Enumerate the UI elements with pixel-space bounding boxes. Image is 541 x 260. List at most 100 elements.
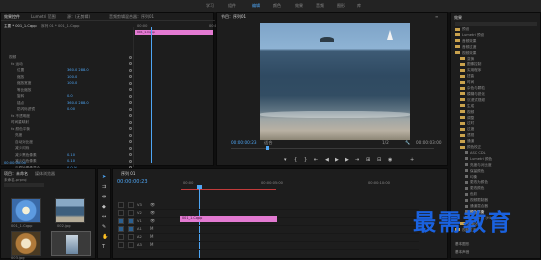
ec-row-value[interactable]: 360.0 288.0 (67, 68, 89, 72)
mark-in-icon[interactable]: { (294, 157, 297, 163)
monitor-playhead[interactable] (266, 146, 269, 150)
keyframe-toggle-icon[interactable] (129, 81, 132, 85)
tab-project[interactable]: 项目：未命名 (4, 171, 28, 177)
mute-icon[interactable]: M (150, 243, 153, 247)
keyframe-toggle-icon[interactable] (129, 114, 132, 117)
ec-row-value[interactable]: 0.0 (67, 94, 73, 98)
track-target-toggle[interactable] (118, 226, 124, 232)
keyframe-toggle-icon[interactable] (129, 88, 132, 91)
effect-tree-item[interactable]: 保留颜色 (465, 169, 484, 174)
ws-tab-graphics[interactable]: 图形 (337, 3, 345, 9)
wrench-icon[interactable]: 🔧 (405, 140, 410, 145)
effect-tree-item[interactable]: 透视 (460, 133, 474, 138)
ws-tab-editing[interactable]: 编辑 (252, 3, 260, 9)
effect-tree-item[interactable]: 色彩 (465, 192, 477, 197)
track-label[interactable]: V1 (137, 219, 142, 224)
effect-tree-item[interactable]: 沉浸式视频 (460, 98, 485, 103)
export-frame-icon[interactable]: ◉ (388, 157, 392, 163)
track-source-patch[interactable] (128, 218, 134, 224)
mark-out-icon[interactable]: } (304, 157, 307, 163)
monitor-scrubber[interactable] (231, 148, 434, 149)
mute-icon[interactable]: M (150, 227, 153, 231)
ws-tab-audio[interactable]: 音频 (316, 3, 324, 9)
marker-icon[interactable]: ▾ (284, 157, 287, 163)
ws-tab-effects[interactable]: 效果 (295, 3, 303, 9)
keyframe-toggle-icon[interactable] (129, 140, 132, 143)
effect-tree-item[interactable]: 视频效果 (455, 51, 476, 56)
effect-tree-item[interactable]: 调整 (460, 116, 474, 121)
thumb-sea[interactable] (55, 198, 85, 223)
track-source-patch[interactable] (128, 226, 134, 232)
keyframe-toggle-icon[interactable] (129, 120, 132, 124)
razor-tool-icon[interactable]: ◆ (102, 204, 106, 210)
add-button-icon[interactable]: + (410, 157, 414, 163)
ec-footer-timecode[interactable]: 00:00:00:00 (4, 161, 26, 165)
work-area-bar[interactable] (181, 189, 276, 190)
program-timecode[interactable]: 00:00:00:23 (231, 140, 257, 145)
effect-tree-item[interactable]: 过时 (460, 121, 474, 126)
track-source-patch[interactable] (128, 242, 134, 248)
track-label[interactable]: V3 (137, 203, 142, 208)
step-forward-icon[interactable]: ▶ (345, 157, 349, 163)
effect-tree-item[interactable]: 扭曲 (460, 74, 474, 79)
pen-tool-icon[interactable]: ✎ (102, 224, 106, 230)
thumb-selected[interactable] (51, 231, 91, 256)
thumb-food[interactable] (11, 231, 41, 256)
ws-tab-libraries[interactable]: 库 (357, 3, 361, 9)
keyframe-toggle-icon[interactable] (129, 75, 132, 78)
keyframe-toggle-icon[interactable] (129, 159, 132, 163)
track-row[interactable] (124, 234, 419, 242)
eye-icon[interactable]: 👁 (150, 219, 155, 223)
track-source-patch[interactable] (128, 202, 134, 208)
eye-icon[interactable]: 👁 (150, 203, 155, 207)
track-row[interactable] (124, 202, 419, 210)
keyframe-toggle-icon[interactable] (129, 62, 132, 65)
essential-graphics[interactable]: 基本图形 (455, 242, 469, 247)
track-row[interactable] (124, 242, 419, 250)
ripple-edit-icon[interactable]: ⇹ (102, 194, 106, 200)
tab-media-browser[interactable]: 媒体浏览器 (35, 171, 55, 177)
track-label[interactable]: A2 (137, 235, 142, 240)
effect-tree-item[interactable]: 更改为颜色 (465, 180, 488, 185)
go-to-out-icon[interactable]: ⇥ (355, 157, 359, 163)
track-row[interactable] (124, 226, 419, 234)
ws-tab-color[interactable]: 颜色 (273, 3, 281, 9)
keyframe-toggle-icon[interactable] (129, 101, 132, 104)
ws-tab-assembly[interactable]: 组件 (228, 3, 236, 9)
ec-row-value[interactable]: 100.0 (67, 75, 77, 79)
effects-title[interactable]: 效果 (454, 15, 462, 21)
track-target-toggle[interactable] (118, 234, 124, 240)
effect-tree-item[interactable]: 过渡 (460, 127, 474, 132)
essential-sound[interactable]: 基本声音 (455, 250, 469, 255)
track-target-toggle[interactable] (118, 218, 124, 224)
program-monitor-title[interactable]: 节目：序列01 (221, 14, 246, 20)
effect-tree-item[interactable]: Lumetri 颜色 (465, 157, 492, 162)
effect-tree-item[interactable]: 视频 (460, 110, 474, 115)
effect-tree-item[interactable]: 视频限制器 (465, 198, 488, 203)
track-select-icon[interactable]: ⇉ (102, 184, 106, 190)
ws-tab-learn[interactable]: 学习 (206, 3, 214, 9)
menu-icon[interactable]: ≡ (435, 14, 438, 19)
keyframe-toggle-icon[interactable] (129, 55, 132, 59)
effect-tree-item[interactable]: 亮度与对比度 (465, 163, 492, 168)
effect-tree-item[interactable]: 音频过渡 (455, 45, 476, 50)
effect-tree-item[interactable]: 预设 (455, 27, 469, 32)
ec-row-value[interactable]: 0.00 (67, 107, 75, 111)
slip-tool-icon[interactable]: ↔ (102, 214, 106, 220)
track-label[interactable]: A3 (137, 243, 142, 248)
keyframe-toggle-icon[interactable] (129, 127, 132, 130)
extract-icon[interactable]: ⊟ (377, 157, 381, 163)
effect-tree-item[interactable]: 通道 (460, 139, 474, 144)
step-back-icon[interactable]: ◀ (325, 157, 329, 163)
track-source-patch[interactable] (128, 234, 134, 240)
hand-tool-icon[interactable]: ✋ (102, 234, 108, 240)
sequence-clip[interactable]: 序列 01 * 001_1.Cqpp (41, 24, 79, 29)
play-icon[interactable]: ▶ (335, 157, 339, 163)
effects-search-input[interactable] (455, 22, 537, 26)
track-target-toggle[interactable] (118, 210, 124, 216)
effect-tree-item[interactable]: 杂色与颗粒 (460, 86, 485, 91)
effect-tree-item[interactable]: ASC CDL (465, 151, 486, 155)
fit-select[interactable]: 适合 (264, 140, 272, 145)
track-source-patch[interactable] (128, 210, 134, 216)
track-label[interactable]: V2 (137, 211, 142, 216)
